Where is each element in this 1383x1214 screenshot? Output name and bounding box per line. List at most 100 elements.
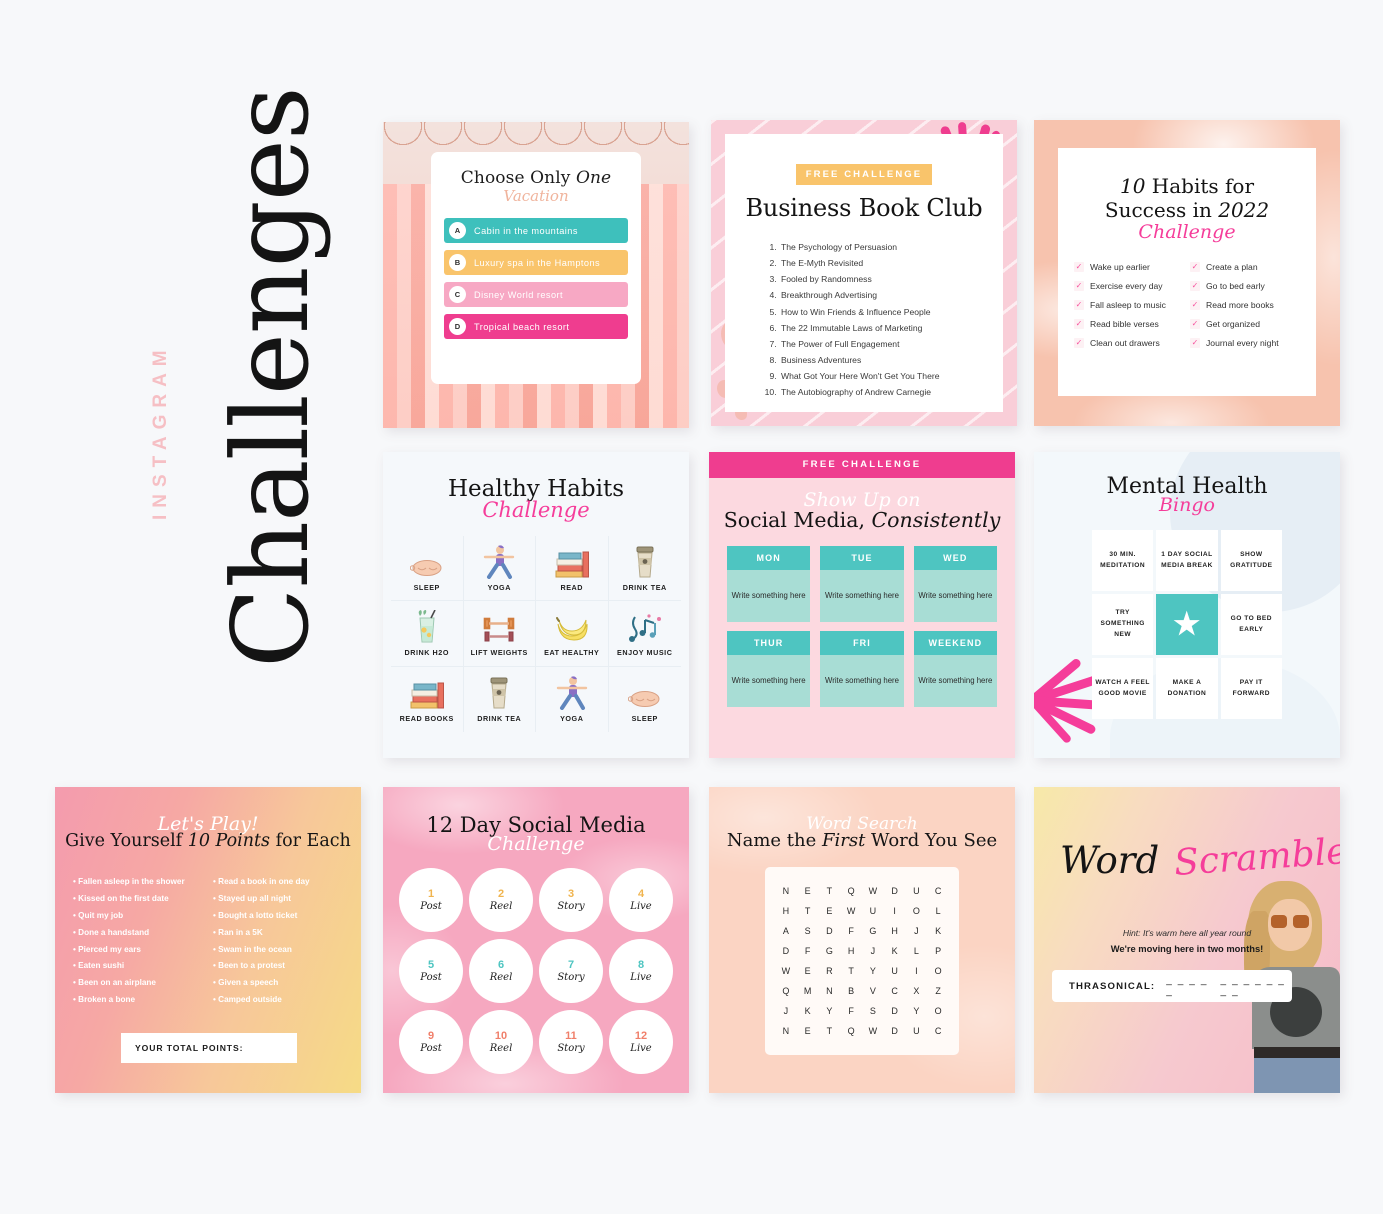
card-healthy-habits[interactable]: Healthy Habits Challenge SLEEP YOGA READ DR…	[383, 452, 689, 758]
word-search-letter[interactable]: H	[884, 921, 906, 941]
word-search-letter[interactable]: S	[862, 1001, 884, 1021]
bingo-cell[interactable]: MAKE A DONATION	[1156, 658, 1218, 719]
habit-checklist-item[interactable]: ✓ Clean out drawers	[1074, 337, 1184, 348]
social-day-cell[interactable]: TUE Write something here	[820, 546, 904, 622]
habit-checklist-item[interactable]: ✓ Read bible verses	[1074, 318, 1184, 329]
word-search-letter[interactable]: E	[797, 961, 819, 981]
word-search-letter[interactable]: V	[862, 981, 884, 1001]
checkbox-checked-icon[interactable]: ✓	[1190, 337, 1200, 348]
word-search-letter[interactable]: D	[884, 1001, 906, 1021]
healthy-habit-cell[interactable]: DRINK H2O	[391, 601, 464, 667]
day-circle[interactable]: 12 Live	[609, 1010, 673, 1074]
word-search-letter[interactable]: T	[819, 1021, 841, 1041]
word-search-letter[interactable]: O	[927, 961, 949, 981]
day-circle[interactable]: 4 Live	[609, 868, 673, 932]
card-10-habits-for-success[interactable]: 10 Habits for Success in 2022 Challenge …	[1034, 120, 1340, 426]
healthy-habit-cell[interactable]: ENJOY MUSIC	[608, 601, 681, 667]
day-circle[interactable]: 8 Live	[609, 939, 673, 1003]
checkbox-checked-icon[interactable]: ✓	[1190, 299, 1200, 310]
word-search-letter[interactable]: W	[840, 901, 862, 921]
social-day-placeholder[interactable]: Write something here	[727, 570, 810, 622]
healthy-habit-cell[interactable]: SLEEP	[391, 536, 464, 602]
word-search-letter[interactable]: L	[927, 901, 949, 921]
word-search-letter[interactable]: W	[862, 1021, 884, 1041]
word-search-letter[interactable]: S	[797, 921, 819, 941]
healthy-habit-cell[interactable]: YOGA	[536, 666, 609, 732]
word-search-letter[interactable]: T	[840, 961, 862, 981]
total-points-field[interactable]: YOUR TOTAL POINTS:	[121, 1033, 297, 1063]
word-search-letter[interactable]: I	[884, 901, 906, 921]
word-search-letter[interactable]: W	[862, 881, 884, 901]
word-search-letter[interactable]: D	[884, 1021, 906, 1041]
word-search-letter[interactable]: U	[906, 881, 928, 901]
word-search-letter[interactable]: Y	[906, 1001, 928, 1021]
word-search-letter[interactable]: Q	[840, 881, 862, 901]
word-search-letter[interactable]: C	[927, 1021, 949, 1041]
bingo-cell[interactable]: TRY SOMETHING NEW	[1092, 594, 1154, 655]
social-day-placeholder[interactable]: Write something here	[820, 655, 903, 707]
card-word-scramble[interactable]: Word Scramble Hint: It's warm here all y…	[1034, 787, 1340, 1093]
choose-option-c[interactable]: C Disney World resort	[444, 282, 628, 307]
choose-option-a[interactable]: A Cabin in the mountains	[444, 218, 628, 243]
social-day-placeholder[interactable]: Write something here	[820, 570, 903, 622]
card-choose-only-one[interactable]: Choose Only One Vacation A Cabin in the …	[383, 122, 689, 428]
word-search-letter[interactable]: L	[906, 941, 928, 961]
social-day-placeholder[interactable]: Write something here	[914, 655, 997, 707]
word-search-letter[interactable]: U	[884, 961, 906, 981]
habit-checklist-item[interactable]: ✓ Create a plan	[1190, 261, 1300, 272]
healthy-habit-cell[interactable]: DRINK TEA	[464, 666, 536, 732]
healthy-habit-cell[interactable]: EAT HEALTHY	[536, 601, 609, 667]
card-mental-health-bingo[interactable]: Mental Health Bingo 30 MIN. MEDITATION 1 …	[1034, 452, 1340, 758]
word-search-letter[interactable]: N	[819, 981, 841, 1001]
word-search-letter[interactable]: H	[775, 901, 797, 921]
bingo-cell[interactable]: 1 DAY SOCIAL MEDIA BREAK	[1156, 530, 1218, 591]
word-search-letter[interactable]: Q	[775, 981, 797, 1001]
healthy-habit-cell[interactable]: READ	[536, 536, 609, 602]
word-search-letter[interactable]: T	[797, 901, 819, 921]
social-day-placeholder[interactable]: Write something here	[914, 570, 997, 622]
word-search-letter[interactable]: C	[884, 981, 906, 1001]
card-12-day-social-media[interactable]: 12 Day Social Media Challenge 1 Post 2 Reel…	[383, 787, 689, 1093]
habit-checklist-item[interactable]: ✓ Wake up earlier	[1074, 261, 1184, 272]
day-circle[interactable]: 9 Post	[399, 1010, 463, 1074]
word-search-letter[interactable]: H	[840, 941, 862, 961]
word-search-letter[interactable]: U	[862, 901, 884, 921]
bingo-cell[interactable]: GO TO BED EARLY	[1220, 594, 1282, 655]
habit-checklist-item[interactable]: ✓ Read more books	[1190, 299, 1300, 310]
healthy-habit-cell[interactable]: SLEEP	[609, 667, 682, 732]
bingo-free-star-cell[interactable]: ★	[1156, 594, 1218, 655]
word-search-letter[interactable]: O	[927, 1001, 949, 1021]
habit-checklist-item[interactable]: ✓ Go to bed early	[1190, 280, 1300, 291]
social-day-placeholder[interactable]: Write something here	[727, 655, 810, 707]
healthy-habit-cell[interactable]: DRINK TEA	[608, 536, 681, 602]
word-search-letter[interactable]: N	[775, 1021, 797, 1041]
word-search-letter[interactable]: X	[906, 981, 928, 1001]
habit-checklist-item[interactable]: ✓ Exercise every day	[1074, 280, 1184, 291]
word-search-letter[interactable]: F	[797, 941, 819, 961]
card-word-search[interactable]: Word Search Name the First Word You See …	[709, 787, 1015, 1093]
social-day-cell[interactable]: FRI Write something here	[820, 631, 904, 707]
word-search-letter[interactable]: E	[819, 901, 841, 921]
word-search-letter[interactable]: Y	[819, 1001, 841, 1021]
day-circle[interactable]: 5 Post	[399, 939, 463, 1003]
word-search-letter[interactable]: U	[906, 1021, 928, 1041]
bingo-cell[interactable]: SHOW GRATITUDE	[1220, 530, 1282, 591]
day-circle[interactable]: 10 Reel	[469, 1010, 533, 1074]
word-search-letter[interactable]: T	[819, 881, 841, 901]
word-search-letter[interactable]: K	[797, 1001, 819, 1021]
checkbox-checked-icon[interactable]: ✓	[1074, 299, 1084, 310]
habit-checklist-item[interactable]: ✓ Fall asleep to music	[1074, 299, 1184, 310]
word-search-letter[interactable]: F	[840, 1001, 862, 1021]
word-search-letter[interactable]: Z	[927, 981, 949, 1001]
word-search-letter[interactable]: N	[775, 881, 797, 901]
checkbox-checked-icon[interactable]: ✓	[1190, 280, 1200, 291]
word-search-letter[interactable]: F	[840, 921, 862, 941]
word-search-letter[interactable]: D	[884, 881, 906, 901]
word-search-letter[interactable]: E	[797, 1021, 819, 1041]
checkbox-checked-icon[interactable]: ✓	[1074, 261, 1084, 272]
word-search-letter[interactable]: D	[775, 941, 797, 961]
checkbox-checked-icon[interactable]: ✓	[1074, 337, 1084, 348]
card-social-media-consistently[interactable]: FREE CHALLENGE Show Up on Social Media, …	[709, 452, 1015, 758]
scramble-answer-field[interactable]: THRASONICAL: _ _ _ _ _ _ _ _ _ _ _ _ _	[1052, 970, 1292, 1002]
card-lets-play-points[interactable]: Let's Play! Give Yourself 10 Points for …	[55, 787, 361, 1093]
